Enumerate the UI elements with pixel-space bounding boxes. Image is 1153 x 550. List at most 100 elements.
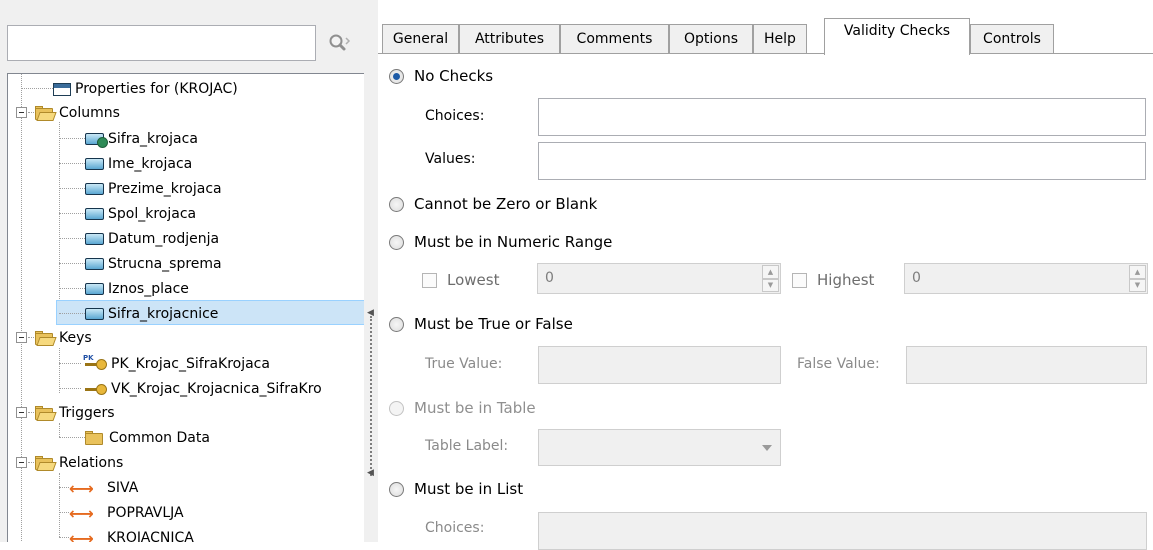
chevron-down-icon	[762, 445, 772, 451]
tree-node-column-selected[interactable]: Sifra_krojacnice	[85, 302, 218, 326]
tree-node-trigger[interactable]: Common Data	[85, 426, 210, 450]
tree-guide	[59, 238, 85, 239]
list-choices-field[interactable]	[538, 512, 1147, 550]
tree-node-key[interactable]: VK_Krojac_Krojacnica_SifraKro	[83, 377, 322, 401]
splitter-grip[interactable]	[370, 316, 372, 476]
tree-guide	[59, 263, 85, 264]
tree-node-label: Sifra_krojaca	[108, 131, 198, 147]
radio-unselected-icon	[389, 481, 404, 497]
numeric-range-radio[interactable]: Must be in Numeric Range	[389, 233, 612, 251]
folder-open-icon	[35, 105, 57, 121]
properties-tree[interactable]: Properties for (KROJAC) Columns Sifra_kr…	[7, 73, 364, 542]
tree-guide	[21, 88, 53, 89]
tree-node-columns[interactable]: Columns	[35, 101, 120, 125]
choices-field[interactable]	[538, 98, 1146, 136]
left-pane: Properties for (KROJAC) Columns Sifra_kr…	[0, 0, 364, 542]
tree-node-column[interactable]: Iznos_place	[85, 277, 189, 301]
lowest-spinbox[interactable]: 0 ▲ ▼	[537, 263, 781, 294]
radio-unselected-icon	[389, 196, 404, 212]
cannot-be-zero-radio[interactable]: Cannot be Zero or Blank	[389, 195, 597, 213]
tree-node-column[interactable]: Prezime_krojaca	[85, 177, 222, 201]
relation-arrow-icon: ←→	[69, 503, 94, 523]
tab-label: Validity Checks	[843, 23, 951, 39]
in-table-radio[interactable]: Must be in Table	[389, 399, 536, 417]
true-value-field[interactable]	[538, 346, 781, 384]
column-icon	[85, 258, 104, 270]
tree-node-keys[interactable]: Keys	[35, 326, 92, 350]
in-list-radio[interactable]: Must be in List	[389, 480, 523, 498]
tree-node-properties[interactable]: Properties for (KROJAC)	[53, 77, 238, 101]
tree-node-column[interactable]: Spol_krojaca	[85, 202, 196, 226]
tab-attributes[interactable]: Attributes	[459, 24, 560, 53]
collapse-relations-toggle[interactable]	[16, 457, 27, 468]
tab-general[interactable]: General	[382, 24, 459, 53]
checkbox-icon	[792, 272, 807, 288]
foreign-key-icon	[83, 382, 107, 396]
true-or-false-radio[interactable]: Must be True or False	[389, 315, 573, 333]
tree-node-relation[interactable]: ←→ POPRAVLJA	[69, 501, 184, 525]
tree-guide	[59, 213, 85, 214]
collapse-columns-toggle[interactable]	[16, 107, 27, 118]
column-icon	[85, 183, 104, 195]
search-input[interactable]	[7, 25, 316, 61]
tree-guide	[59, 487, 69, 488]
tab-comments[interactable]: Comments	[560, 24, 669, 53]
values-label: Values:	[425, 151, 476, 167]
spin-up-icon[interactable]: ▲	[1129, 265, 1146, 279]
spin-down-icon[interactable]: ▼	[762, 278, 779, 292]
lowest-checkbox[interactable]: Lowest	[422, 271, 499, 289]
relation-arrow-icon: ←→	[69, 528, 94, 543]
spinbox-value: 0	[545, 270, 554, 286]
tree-node-triggers[interactable]: Triggers	[35, 401, 115, 425]
tree-guide	[59, 122, 60, 313]
checkbox-icon	[422, 272, 437, 288]
collapse-left-arrow-icon[interactable]: ◀	[367, 468, 374, 478]
tree-node-label: PK_Krojac_SifraKrojaca	[111, 356, 270, 372]
collapse-keys-toggle[interactable]	[16, 332, 27, 343]
tab-controls[interactable]: Controls	[970, 24, 1054, 53]
tree-guide	[59, 288, 85, 289]
tree-node-key[interactable]: PK PK_Krojac_SifraKrojaca	[83, 352, 270, 376]
tree-node-column[interactable]: Sifra_krojaca	[85, 127, 198, 151]
validity-checks-panel: No Checks Choices: Values: Cannot be Zer…	[378, 53, 1153, 550]
tab-options[interactable]: Options	[669, 24, 753, 53]
collapse-triggers-toggle[interactable]	[16, 407, 27, 418]
tree-node-column[interactable]: Ime_krojaca	[85, 152, 192, 176]
table-label-dropdown[interactable]	[538, 429, 781, 466]
tab-help[interactable]: Help	[753, 24, 807, 53]
tab-validity-checks[interactable]: Validity Checks	[824, 18, 970, 55]
tree-guide	[21, 74, 22, 542]
tree-node-relations[interactable]: Relations	[35, 451, 123, 475]
table-icon	[53, 82, 71, 96]
tree-node-relation[interactable]: ←→ SIVA	[69, 476, 138, 500]
tree-node-column[interactable]: Strucna_sprema	[85, 252, 222, 276]
tree-guide	[59, 348, 60, 393]
tree-node-relation[interactable]: ←→ KROJACNICA	[69, 526, 194, 543]
values-field[interactable]	[538, 142, 1146, 180]
tree-node-label: Iznos_place	[108, 281, 189, 297]
radio-label: Must be in Numeric Range	[414, 233, 613, 251]
tree-node-label: VK_Krojac_Krojacnica_SifraKro	[111, 381, 322, 397]
radio-selected-icon	[389, 68, 404, 84]
column-icon	[85, 208, 104, 220]
checkbox-label: Lowest	[447, 271, 500, 289]
false-value-field[interactable]	[906, 346, 1147, 384]
spin-down-icon[interactable]: ▼	[1129, 278, 1146, 292]
column-icon	[85, 283, 104, 295]
highest-spinbox[interactable]: 0 ▲ ▼	[904, 263, 1148, 294]
tree-guide	[59, 188, 85, 189]
tree-guide	[59, 138, 85, 139]
tab-label: Comments	[576, 31, 653, 47]
tree-guide	[59, 537, 69, 538]
tree-node-label: Keys	[59, 330, 92, 346]
no-checks-radio[interactable]: No Checks	[389, 67, 493, 85]
spin-up-icon[interactable]: ▲	[762, 265, 779, 279]
tree-guide	[59, 512, 69, 513]
pane-splitter[interactable]: ◀ ◀	[364, 0, 378, 542]
search-button[interactable]	[326, 30, 352, 56]
highest-checkbox[interactable]: Highest	[792, 271, 874, 289]
tree-node-label: Spol_krojaca	[108, 206, 197, 222]
tree-node-column[interactable]: Datum_rodjenja	[85, 227, 219, 251]
tree-node-label: Triggers	[59, 405, 115, 421]
radio-label: No Checks	[414, 67, 494, 85]
